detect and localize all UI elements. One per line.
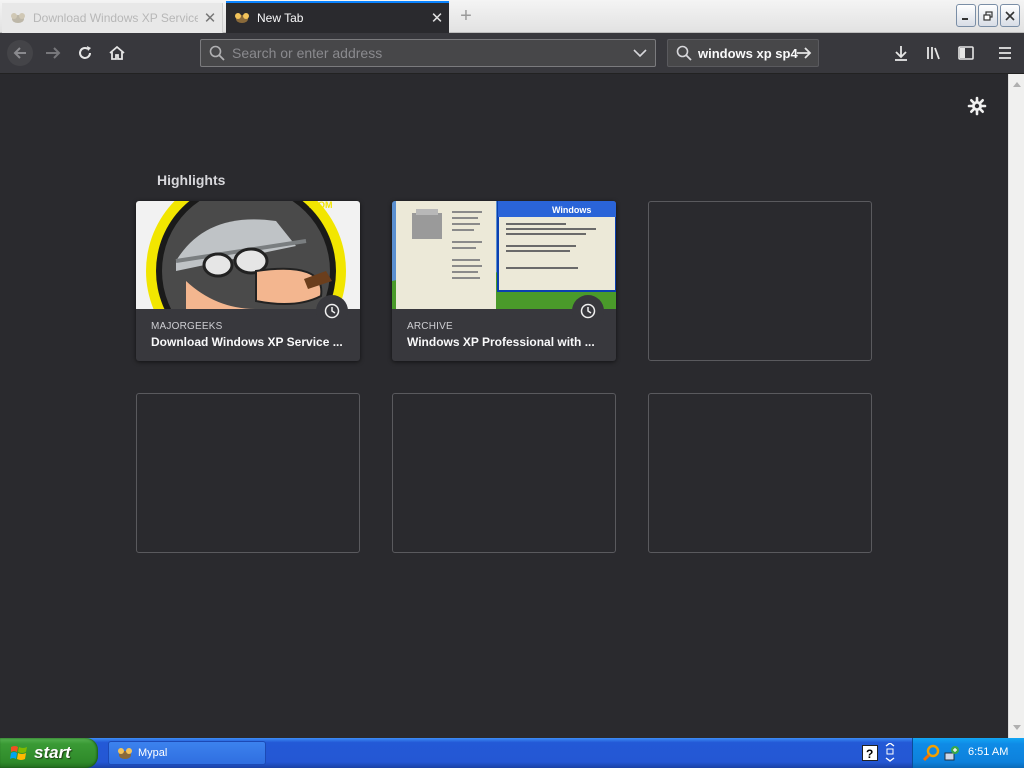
back-button[interactable]: [5, 39, 35, 67]
clock-icon: [572, 295, 604, 327]
tab-close-icon[interactable]: ✕: [425, 9, 449, 27]
start-button[interactable]: start: [0, 738, 98, 768]
vertical-scrollbar[interactable]: [1008, 74, 1024, 738]
new-tab-page: Highlights .COM MAJORGEEKS Download Wind…: [0, 74, 1008, 738]
svg-text:.COM: .COM: [309, 201, 333, 210]
sidebar-button[interactable]: [951, 39, 981, 67]
highlight-placeholder: [392, 393, 616, 553]
highlights-heading: Highlights: [157, 172, 226, 188]
download-icon: [895, 46, 907, 61]
home-button[interactable]: [102, 39, 132, 67]
taskbar-item-mypal[interactable]: Mypal: [108, 741, 266, 765]
tab-title: New Tab: [257, 11, 304, 25]
address-input[interactable]: [232, 40, 612, 66]
system-tray: 6:51 AM: [912, 738, 1024, 768]
clock-icon: [316, 295, 348, 327]
search-icon: [209, 45, 225, 61]
taskbar: start Mypal ? 6:51 AM: [0, 738, 1024, 768]
highlight-card-majorgeeks[interactable]: .COM MAJORGEEKS Download Windows XP Serv…: [136, 201, 360, 361]
mypal-favicon-icon: [234, 11, 250, 25]
mypal-icon: [118, 747, 132, 759]
gear-icon[interactable]: [966, 95, 988, 117]
svg-text:Windows: Windows: [552, 205, 591, 215]
highlight-placeholder: [648, 393, 872, 553]
window-controls: [956, 4, 1020, 27]
forward-arrow-icon: [46, 47, 61, 59]
tab-title: Download Windows XP Service P...: [33, 11, 198, 25]
highlight-title: Download Windows XP Service ...: [151, 335, 343, 349]
tab-new-tab[interactable]: New Tab ✕: [226, 1, 449, 33]
sidebar-icon: [958, 46, 974, 60]
scroll-down-arrow-icon[interactable]: [1009, 720, 1024, 736]
start-label: start: [34, 743, 71, 762]
reload-button[interactable]: [70, 39, 100, 67]
clock-time[interactable]: 6:51 AM: [968, 746, 1008, 758]
minimize-button[interactable]: [956, 4, 976, 27]
navigation-toolbar: windows xp sp4: [0, 33, 1024, 74]
back-arrow-icon: [7, 40, 33, 66]
search-bar[interactable]: windows xp sp4: [667, 39, 819, 67]
tab-strip: Download Windows XP Service P... ✕ New T…: [0, 0, 1024, 33]
show-hidden-icons-icon[interactable]: [884, 743, 896, 763]
highlight-host: ARCHIVE: [407, 321, 453, 332]
menu-button[interactable]: [990, 39, 1020, 67]
help-icon[interactable]: ?: [862, 745, 878, 761]
home-icon: [109, 45, 125, 60]
forward-button[interactable]: [38, 39, 68, 67]
search-query-text[interactable]: windows xp sp4: [698, 46, 798, 61]
tab-close-icon[interactable]: ✕: [198, 9, 222, 27]
highlight-title: Windows XP Professional with ...: [407, 335, 595, 349]
magnifier-tray-icon[interactable]: [923, 744, 941, 762]
svg-text:?: ?: [866, 747, 873, 761]
windows-logo-icon: [10, 746, 27, 760]
go-arrow-icon[interactable]: [796, 46, 812, 60]
highlight-thumbnail: .COM: [136, 201, 360, 309]
downloads-button[interactable]: [886, 39, 916, 67]
library-icon: [927, 47, 940, 60]
search-icon: [676, 45, 692, 61]
chevron-down-icon[interactable]: [633, 49, 647, 58]
highlight-card-archive[interactable]: Windows ARCHIVE Windows XP Professional …: [392, 201, 616, 361]
highlight-placeholder: [136, 393, 360, 553]
hamburger-menu-icon: [999, 47, 1011, 59]
scroll-up-arrow-icon[interactable]: [1009, 76, 1024, 92]
highlight-placeholder: [648, 201, 872, 361]
library-button[interactable]: [919, 39, 949, 67]
mypal-favicon-icon: [10, 11, 26, 25]
new-tab-plus-icon[interactable]: +: [453, 4, 479, 30]
close-window-button[interactable]: [1000, 4, 1020, 27]
address-bar[interactable]: [200, 39, 656, 67]
network-tray-icon[interactable]: [943, 744, 961, 762]
tab-download-windows-xp[interactable]: Download Windows XP Service P... ✕: [2, 3, 223, 33]
restore-button[interactable]: [978, 4, 998, 27]
taskbar-item-label: Mypal: [138, 747, 168, 759]
highlight-host: MAJORGEEKS: [151, 321, 223, 332]
reload-icon: [79, 46, 91, 59]
highlight-thumbnail: Windows: [392, 201, 616, 309]
